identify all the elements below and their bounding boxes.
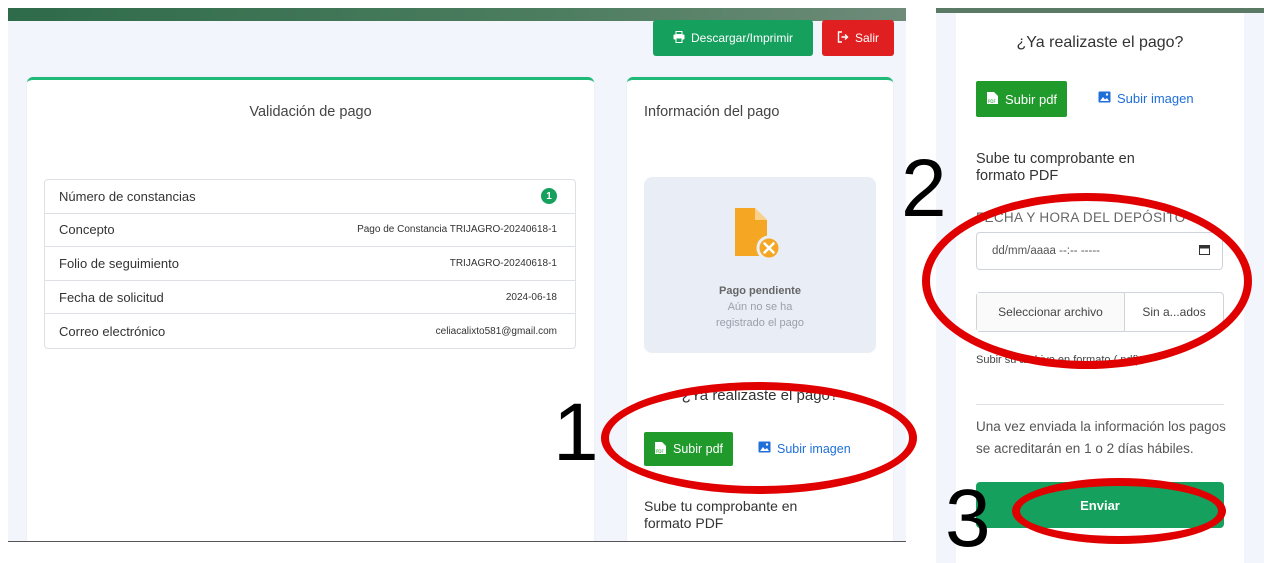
highlight-oval-step2 <box>922 193 1252 369</box>
payment-status-text: Aún no se ha registrado el pago <box>644 299 876 331</box>
table-row: Fecha de solicitud 2024-06-18 <box>45 281 575 315</box>
table-row: Concepto Pago de Constancia TRIJAGRO-202… <box>45 214 575 248</box>
divider <box>976 404 1224 405</box>
download-print-label: Descargar/Imprimir <box>690 31 793 45</box>
upload-title-line: Sube tu comprobante en <box>976 151 1135 167</box>
count-badge: 1 <box>541 188 557 205</box>
row-value: celiacalixto581@gmail.com <box>435 325 557 337</box>
payment-question: ¿Ya realizaste el pago? <box>1016 34 1184 51</box>
upload-image-label: Subir imagen <box>1117 91 1194 106</box>
printer-icon <box>673 30 685 46</box>
payment-status-box: Pago pendiente Aún no se ha registrado e… <box>644 177 876 353</box>
highlight-oval-step3 <box>1012 478 1226 544</box>
row-value: 2024-06-18 <box>505 291 557 303</box>
upload-title-line: Sube tu comprobante en <box>644 498 798 514</box>
upload-title-line: formato PDF <box>644 515 724 531</box>
upload-title: Sube tu comprobante en formato PDF <box>976 151 1135 185</box>
download-print-button[interactable]: Descargar/Imprimir <box>653 20 813 56</box>
file-x-icon <box>727 202 791 266</box>
validation-card: Validación de pago Número de constancias… <box>27 77 594 541</box>
row-label: Número de constancias <box>59 188 196 204</box>
row-label: Correo electrónico <box>59 323 166 339</box>
payment-info-title: Información del pago <box>644 104 780 120</box>
validation-title: Validación de pago <box>249 104 372 120</box>
upload-pdf-button[interactable]: PDF Subir pdf <box>976 81 1068 117</box>
image-icon <box>1098 91 1111 106</box>
validation-table: Número de constancias 1 Concepto Pago de… <box>44 179 576 349</box>
row-value: Pago de Constancia TRIJAGRO-20240618-1 <box>357 224 557 236</box>
row-value: TRIJAGRO-20240618-1 <box>449 257 557 269</box>
accreditation-notice: Una vez enviada la información los pagos… <box>976 419 1226 456</box>
step-number-3: 3 <box>945 473 991 563</box>
svg-text:PDF: PDF <box>988 99 996 104</box>
composite-screenshot: Descargar/Imprimir Salir Validación de p… <box>0 0 1264 563</box>
upload-image-link[interactable]: Subir imagen <box>1098 91 1194 106</box>
sign-out-icon <box>837 30 849 46</box>
table-row: Número de constancias 1 <box>45 180 575 214</box>
row-label: Fecha de solicitud <box>59 289 164 305</box>
status-line: Aún no se ha <box>727 301 793 313</box>
status-line: registrado el pago <box>715 317 805 329</box>
row-label: Folio de seguimiento <box>59 255 179 271</box>
step-number-1: 1 <box>553 387 599 478</box>
pdf-file-icon: PDF <box>986 91 999 108</box>
highlight-oval-step1 <box>601 382 917 494</box>
payment-status-title: Pago pendiente <box>719 285 801 297</box>
table-row: Correo electrónico celiacalixto581@gmail… <box>45 314 575 348</box>
upload-title: Sube tu comprobante en formato PDF <box>644 498 797 532</box>
upload-pdf-label: Subir pdf <box>1005 91 1058 107</box>
exit-button[interactable]: Salir <box>822 20 894 56</box>
exit-label: Salir <box>854 31 879 45</box>
table-row: Folio de seguimiento TRIJAGRO-20240618-1 <box>45 247 575 281</box>
row-label: Concepto <box>59 222 115 238</box>
step-number-2: 2 <box>901 143 947 234</box>
upload-title-line: formato PDF <box>976 168 1059 184</box>
